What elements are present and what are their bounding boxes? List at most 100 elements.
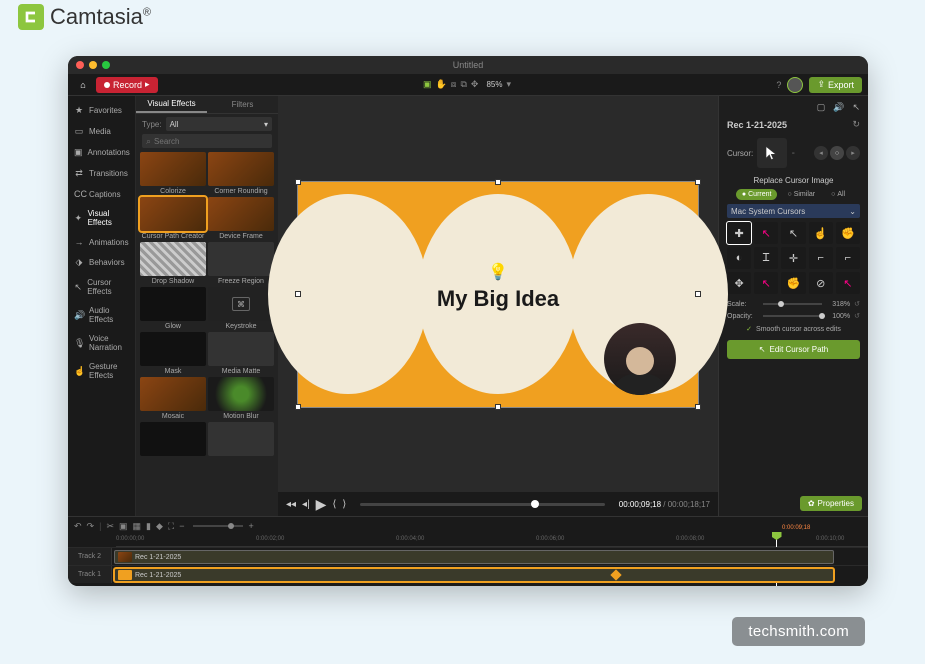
sidebar-item-transitions[interactable]: ⇄Transitions xyxy=(68,163,135,184)
copy-icon[interactable]: ▣ xyxy=(119,521,128,532)
window-controls[interactable] xyxy=(76,61,110,69)
webcam-overlay[interactable] xyxy=(604,323,676,395)
track-lane[interactable]: Rec 1-21-2025 xyxy=(112,548,868,565)
sidebar-item-gesture-effects[interactable]: ☝Gesture Effects xyxy=(68,357,135,385)
hand-tool-icon[interactable]: ✋ xyxy=(436,79,447,90)
effect-media-matte[interactable]: Media Matte xyxy=(208,332,274,375)
sidebar-item-audio-effects[interactable]: 🔊Audio Effects xyxy=(68,301,135,329)
cursor-tool-icon[interactable]: ↖ xyxy=(852,102,860,113)
cursor-link-pink[interactable]: ↖ xyxy=(754,272,778,294)
sidebar-item-cursor-effects[interactable]: ↖Cursor Effects xyxy=(68,273,135,301)
effects-search[interactable]: ⌕ xyxy=(142,134,272,148)
resize-handle[interactable] xyxy=(495,404,501,410)
zoom-fit-icon[interactable]: ⛶ xyxy=(168,521,174,532)
sidebar-item-favorites[interactable]: ★Favorites xyxy=(68,100,135,121)
marker-icon[interactable]: ◆ xyxy=(156,521,163,532)
smooth-cursor-checkbox[interactable]: ✓ Smooth cursor across edits xyxy=(723,322,864,336)
pill-all[interactable]: ○All xyxy=(825,189,851,200)
prev-frame-button[interactable]: ◂| xyxy=(302,499,310,510)
effect-glow[interactable]: Glow xyxy=(140,287,206,330)
sidebar-item-annotations[interactable]: ▣Annotations xyxy=(68,142,135,163)
effect-colorize[interactable]: Colorize xyxy=(140,152,206,195)
help-icon[interactable]: ? xyxy=(776,80,781,90)
edit-cursor-path-button[interactable]: ↖ Edit Cursor Path xyxy=(727,340,860,359)
volume-icon[interactable]: 🔊 xyxy=(833,102,844,113)
cut-icon[interactable]: ✂ xyxy=(106,521,114,532)
undo-icon[interactable]: ↶ xyxy=(74,521,82,532)
cursor-point[interactable]: ☝ xyxy=(809,222,833,244)
cursor-preview[interactable] xyxy=(757,138,787,168)
sidebar-item-captions[interactable]: CCCaptions xyxy=(68,184,135,204)
zoom-out-icon[interactable]: − xyxy=(179,521,184,531)
properties-button[interactable]: ✿ Properties xyxy=(800,496,862,511)
cursor-grab[interactable]: ✊ xyxy=(836,222,860,244)
magnet-icon[interactable]: ⧈ xyxy=(451,79,457,90)
cursor-closed-hand[interactable]: ✊ xyxy=(781,272,805,294)
crop-icon[interactable]: ⧉ xyxy=(460,79,466,90)
play-button[interactable]: ▶ xyxy=(316,496,327,513)
canvas-preview[interactable]: 💡 My Big Idea xyxy=(278,96,718,492)
resize-handle[interactable] xyxy=(695,179,701,185)
effect-item[interactable] xyxy=(208,422,274,458)
resize-handle[interactable] xyxy=(695,291,701,297)
resize-handle[interactable] xyxy=(495,179,501,185)
sidebar-item-voice-narration[interactable]: 🎙Voice Narration xyxy=(68,329,135,357)
effect-drop-shadow[interactable]: Drop Shadow xyxy=(140,242,206,285)
reset-icon[interactable]: ↺ xyxy=(854,300,860,308)
tab-filters[interactable]: Filters xyxy=(207,96,278,113)
cursor-ibeam[interactable]: Ꮖ xyxy=(754,247,778,269)
paste-icon[interactable]: ▦ xyxy=(133,521,142,532)
effect-cursor-path-creator[interactable]: Cursor Path Creator xyxy=(140,197,206,240)
selection-tool-icon[interactable]: ▣ xyxy=(423,79,432,90)
redo-icon[interactable]: ↷ xyxy=(87,521,95,532)
type-select[interactable]: All▾ xyxy=(166,117,272,131)
split-icon[interactable]: ▮ xyxy=(146,521,151,532)
maximize-icon[interactable] xyxy=(102,61,110,69)
cursor-source-select[interactable]: Mac System Cursors⌄ xyxy=(727,204,860,218)
clip[interactable]: Rec 1-21-2025 xyxy=(114,568,834,582)
resize-handle[interactable] xyxy=(295,291,301,297)
cursor-resize-corner[interactable]: ⌐ xyxy=(836,247,860,269)
effect-motion-blur[interactable]: Motion Blur xyxy=(208,377,274,420)
cursor-resize-l[interactable]: ⌐ xyxy=(809,247,833,269)
prev-clip-button[interactable]: ◂◂ xyxy=(286,499,296,510)
timeline-zoom-slider[interactable] xyxy=(193,525,243,527)
search-input[interactable] xyxy=(154,137,268,146)
effect-freeze-region[interactable]: Freeze Region xyxy=(208,242,274,285)
pill-current[interactable]: ●Current xyxy=(736,189,778,200)
refresh-icon[interactable]: ↻ xyxy=(852,119,860,130)
home-button[interactable]: ⌂ xyxy=(74,77,92,93)
cursor-not-allowed[interactable]: ⊘ xyxy=(809,272,833,294)
record-button[interactable]: Record ▸ xyxy=(96,77,158,93)
cursor-arrow[interactable]: ↖ xyxy=(781,222,805,244)
cursor-add[interactable]: ✚ xyxy=(727,222,751,244)
cursor-crosshair[interactable]: ✛ xyxy=(781,247,805,269)
pill-similar[interactable]: ○Similar xyxy=(781,189,821,200)
preview-frame[interactable]: 💡 My Big Idea xyxy=(298,182,698,407)
effect-item[interactable] xyxy=(140,422,206,458)
zoom-in-icon[interactable]: + xyxy=(248,521,253,531)
cursor-spinner[interactable]: ◐ xyxy=(727,247,751,269)
effect-device-frame[interactable]: Device Frame xyxy=(208,197,274,240)
minimize-icon[interactable] xyxy=(89,61,97,69)
resize-handle[interactable] xyxy=(295,179,301,185)
sidebar-item-animations[interactable]: →Animations xyxy=(68,232,135,252)
reset-icon[interactable]: ↺ xyxy=(854,312,860,320)
effect-keystroke[interactable]: ⌘Keystroke xyxy=(208,287,274,330)
close-icon[interactable] xyxy=(76,61,84,69)
track-lane[interactable]: Rec 1-21-2025 xyxy=(112,566,868,583)
pan-icon[interactable]: ✥ xyxy=(471,79,479,90)
next-frame-button[interactable]: ⟨ xyxy=(332,499,336,510)
resize-handle[interactable] xyxy=(695,404,701,410)
chevron-down-icon[interactable]: ▾ xyxy=(506,79,511,90)
export-button[interactable]: ⇪ Export xyxy=(809,77,862,93)
display-icon[interactable]: ▢ xyxy=(817,102,826,113)
cursor-move[interactable]: ✥ xyxy=(727,272,751,294)
clip[interactable]: Rec 1-21-2025 xyxy=(114,550,834,564)
track-label[interactable]: Track 1 xyxy=(68,566,112,583)
next-clip-button[interactable]: ⟩ xyxy=(342,499,346,510)
effect-mosaic[interactable]: Mosaic xyxy=(140,377,206,420)
effect-corner-rounding[interactable]: Corner Rounding xyxy=(208,152,274,195)
cursor-prev-button[interactable]: ◂ xyxy=(814,146,828,160)
opacity-slider[interactable] xyxy=(763,315,822,317)
